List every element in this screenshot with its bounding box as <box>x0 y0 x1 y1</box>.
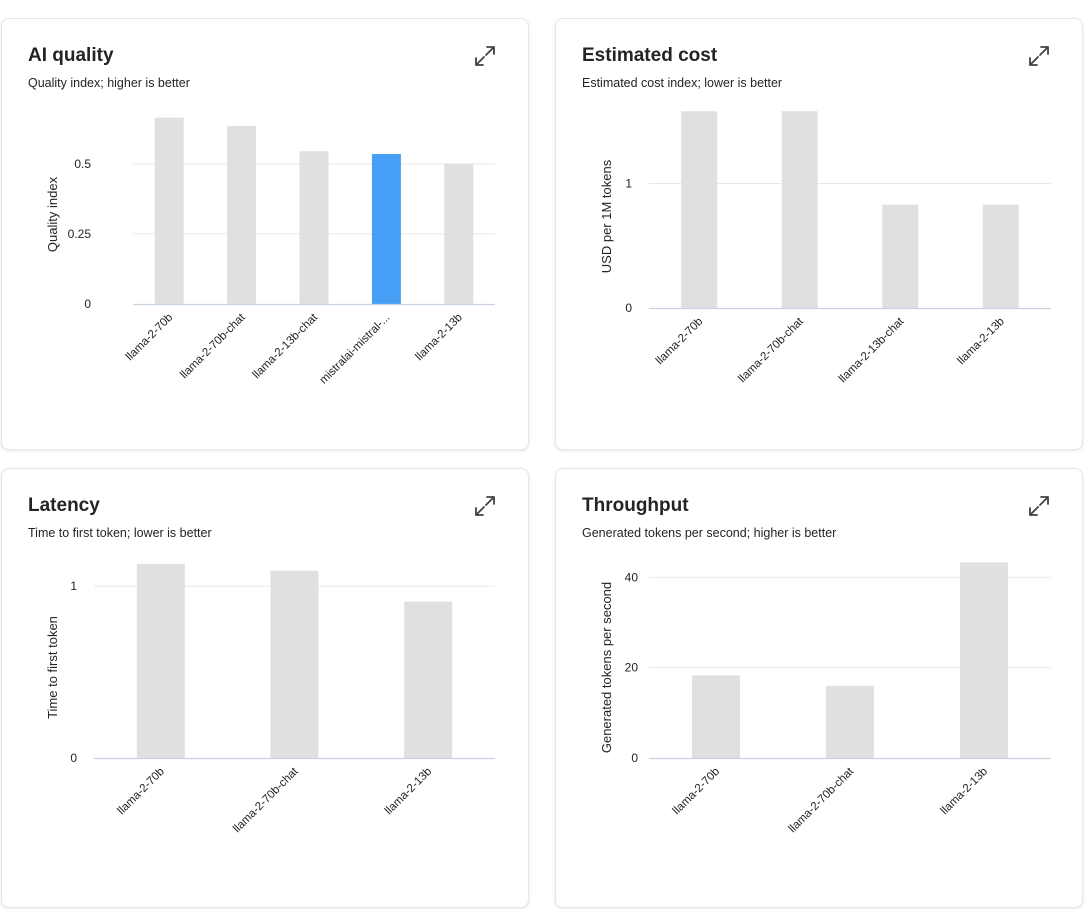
x-tick-label: llama-2-13b <box>413 312 464 363</box>
y-axis-title: USD per 1M tokens <box>599 159 614 273</box>
y-tick-label: 0 <box>84 297 91 311</box>
bar <box>960 562 1008 758</box>
x-tick-label: llama-2-70b-chat <box>178 311 248 381</box>
ai-quality-chart: 00.250.5llama-2-70b llama-2-70b-chat llama… <box>45 117 495 387</box>
x-tick-label: llama-2-70b-chat <box>736 315 806 385</box>
throughput-card: Throughput Generated tokens per second; … <box>555 468 1083 908</box>
y-tick-label: 0.5 <box>74 157 91 171</box>
throughput-chart: 0 20 40 llama-2-70b llama-2-70b-chat llama-2-… <box>599 562 1051 835</box>
y-tick-label: 40 <box>625 570 639 584</box>
x-tick-label: llama-2-70b-chat <box>231 765 301 835</box>
bar <box>299 151 329 304</box>
x-tick-label: llama-2-70b <box>654 316 705 367</box>
bar <box>136 563 185 758</box>
x-tick-label: llama-2-70b <box>116 766 167 817</box>
bar <box>681 111 718 309</box>
y-axis-title: Quality index <box>45 176 60 252</box>
x-tick-label: llama-2-70b <box>124 312 175 363</box>
estimated-cost-card: Estimated cost Estimated cost index; low… <box>555 18 1083 450</box>
estimated-cost-chart: 0 1 llama-2-70b llama-2-70b-chat llama-2-13b… <box>599 111 1051 385</box>
y-tick-label: 20 <box>625 661 639 675</box>
y-tick-label: 0 <box>70 751 77 765</box>
bar <box>371 154 401 304</box>
bar <box>404 601 453 758</box>
x-tick-label: mistralai-mistral-... <box>318 312 393 387</box>
y-tick-label: 0 <box>625 301 632 315</box>
latency-card: Latency Time to first token; lower is be… <box>1 468 529 908</box>
x-tick-label: llama-2-13b-chat <box>251 311 321 381</box>
y-axis-title: Generated tokens per second <box>599 582 614 753</box>
ai-quality-card: AI quality Quality index; higher is bett… <box>1 18 529 450</box>
bar <box>154 117 184 305</box>
bar <box>270 570 319 758</box>
bar <box>444 163 474 304</box>
x-tick-label: llama-2-13b-chat <box>837 315 907 385</box>
x-tick-label: llama-2-13b <box>939 766 990 817</box>
y-tick-label: 1 <box>625 176 632 190</box>
y-tick-label: 0.25 <box>68 227 92 241</box>
bar <box>692 675 740 758</box>
bar <box>227 126 257 305</box>
x-tick-label: llama-2-70b <box>671 766 722 817</box>
x-tick-label: llama-2-13b <box>383 766 434 817</box>
bar <box>882 204 919 308</box>
bar <box>982 204 1019 308</box>
x-tick-label: llama-2-13b <box>955 316 1006 367</box>
bar <box>781 111 818 309</box>
y-axis-title: Time to first token <box>45 616 60 719</box>
y-tick-label: 0 <box>631 751 638 765</box>
y-tick-label: 1 <box>70 579 77 593</box>
bar <box>826 685 874 758</box>
x-tick-label: llama-2-70b-chat <box>787 765 857 835</box>
latency-chart: 0 1 llama-2-70b llama-2-70b-chat llama-2-13b… <box>45 563 495 835</box>
